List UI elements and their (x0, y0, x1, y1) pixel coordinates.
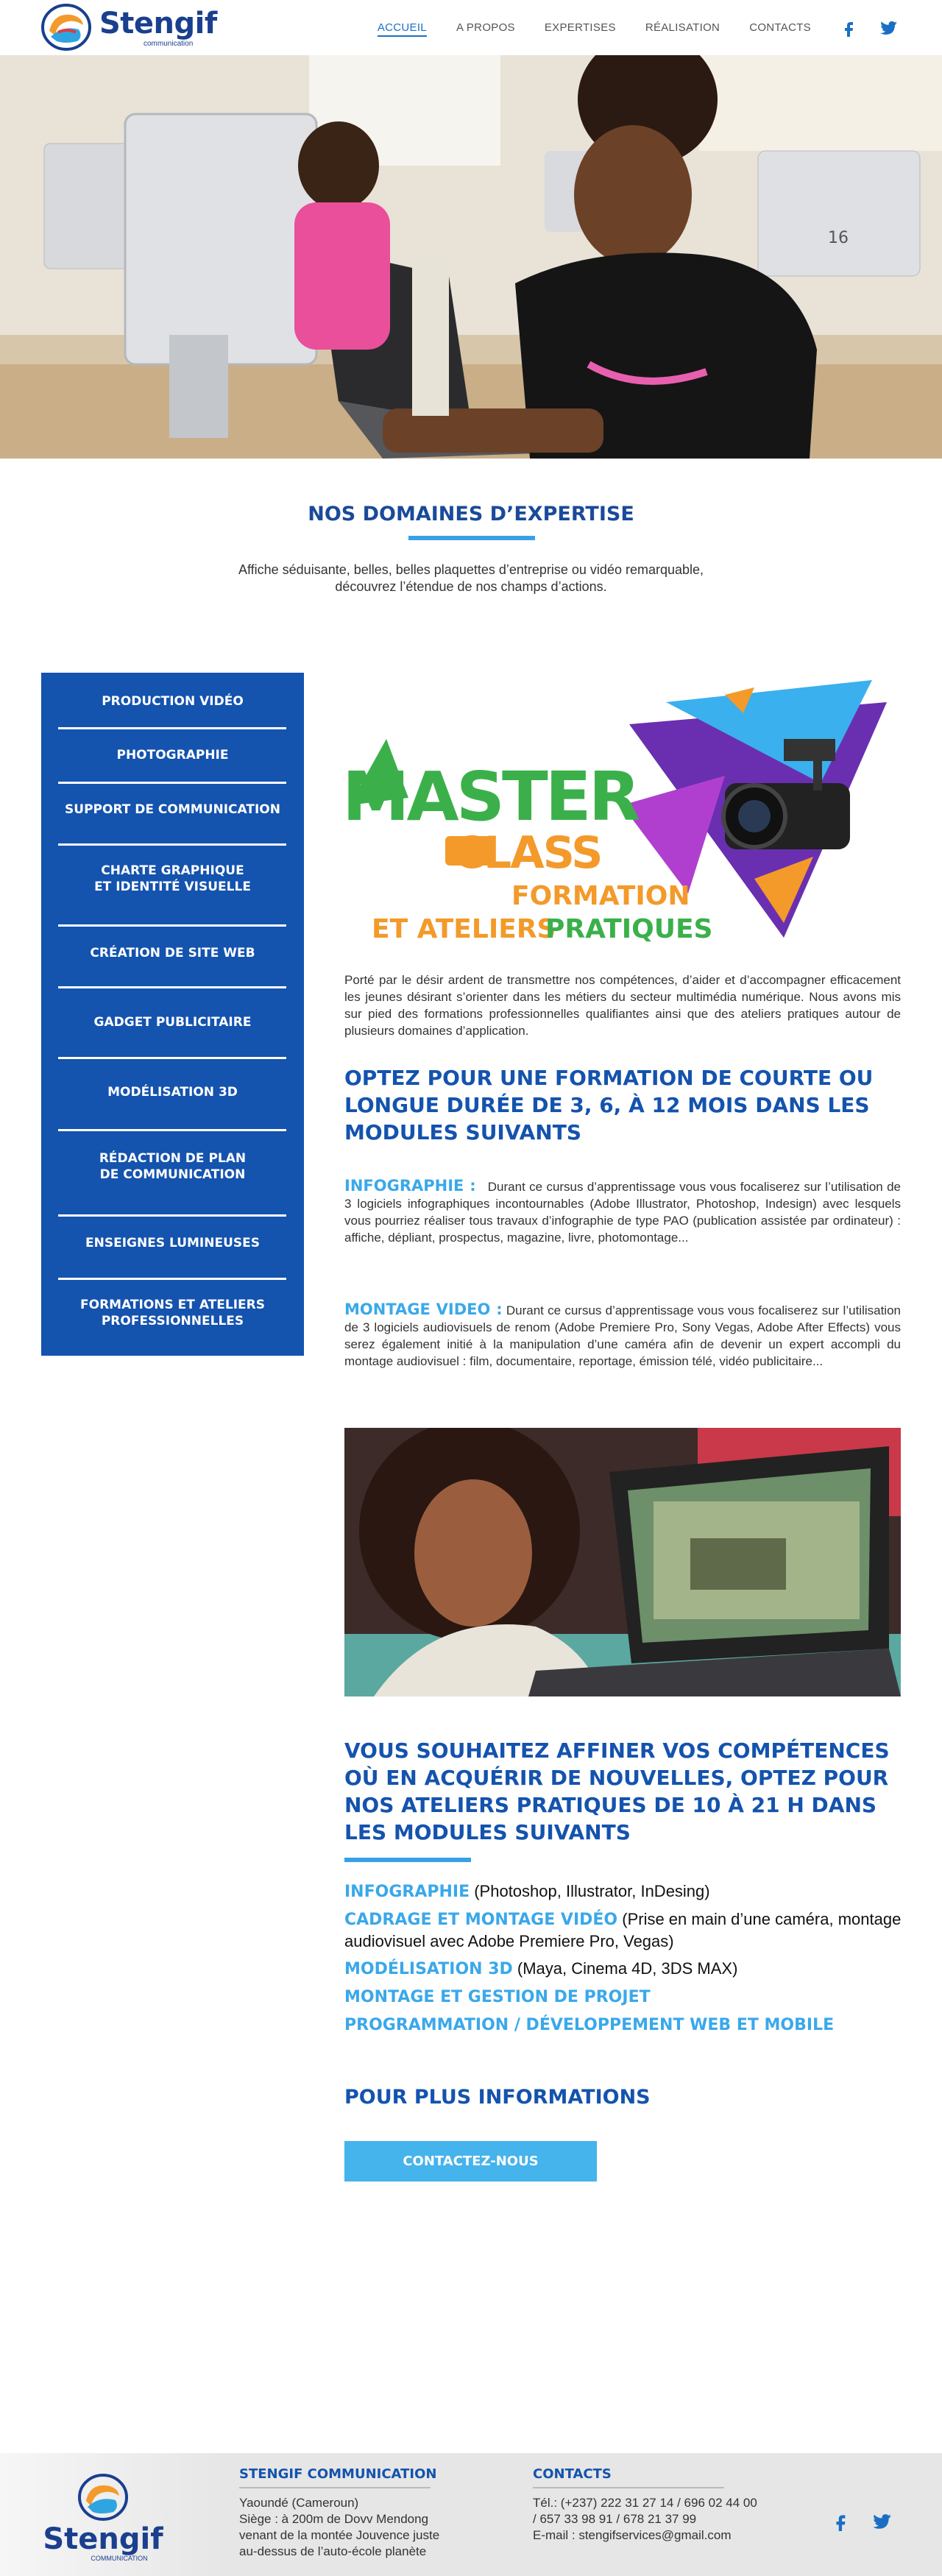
nav-item-realisation[interactable]: RÉALISATION (645, 21, 720, 34)
keyword-montage-video: MONTAGE VIDEO : (344, 1301, 503, 1318)
masterclass-ateliers: ET ATELIERS (372, 914, 556, 944)
module-keyword: INFOGRAPHIE (344, 1883, 470, 1901)
main-nav: ACCUEIL A PROPOS EXPERTISES RÉALISATION … (377, 0, 898, 55)
sidebar-item-gadget[interactable]: GADGET PUBLICITAIRE (41, 1014, 304, 1030)
logo-mark-icon (41, 4, 91, 51)
masterclass-graphic: MASTER CLASS FORMATION ET ATELIERS PRATI… (342, 680, 887, 944)
sidebar-divider (58, 924, 286, 927)
module-keyword: MONTAGE ET GESTION DE PROJET (344, 1988, 651, 2006)
nav-item-expertises[interactable]: EXPERTISES (545, 21, 616, 34)
sidebar-item-modelisation-3d[interactable]: MODÉLISATION 3D (41, 1084, 304, 1100)
sidebar-item-photographie[interactable]: PHOTOGRAPHIE (41, 747, 304, 763)
site-header: Stengif communication ACCUEIL A PROPOS E… (0, 0, 942, 55)
nav-item-accueil[interactable]: ACCUEIL (377, 21, 428, 37)
footer-logo-wordmark: Stengif (43, 2522, 163, 2556)
logo-subtitle: communication (144, 40, 194, 48)
module-keyword: MODÉLISATION 3D (344, 1960, 513, 1978)
sidebar-divider (58, 1214, 286, 1217)
sidebar-divider (58, 843, 286, 846)
masterclass-word-master: MASTER (342, 757, 640, 836)
facebook-icon[interactable] (832, 2512, 851, 2531)
logo-wordmark: Stengif (99, 7, 217, 40)
keyword-infographie: INFOGRAPHIE : (344, 1177, 476, 1195)
address-line: au-dessus de l’auto-école planète (239, 2544, 427, 2558)
svg-text:16: 16 (828, 229, 849, 247)
masterclass-formation: FORMATION (511, 881, 690, 911)
section-title-underline (408, 536, 535, 540)
contact-phone[interactable]: / 657 33 98 91 / 678 21 37 99 (533, 2511, 757, 2527)
sidebar-divider (58, 986, 286, 988)
footer-logo-panel: Stengif COMMUNICATION (0, 2453, 228, 2576)
module-keyword: PROGRAMMATION / DÉVELOPPEMENT WEB ET MOB… (344, 2016, 835, 2034)
module-keyword: CADRAGE ET MONTAGE VIDÉO (344, 1911, 618, 1929)
heading-formation-duree: OPTEZ POUR UNE FORMATION DE COURTE OU LO… (344, 1066, 874, 1144)
header-social (840, 19, 898, 37)
sidebar-item-plan-communication[interactable]: RÉDACTION DE PLAN DE COMMUNICATION (41, 1150, 304, 1183)
masterclass-pratiques: PRATIQUES (545, 914, 712, 944)
site-logo[interactable]: Stengif communication (40, 3, 224, 52)
twitter-icon[interactable] (873, 2512, 892, 2531)
footer-company-title: STENGIF COMMUNICATION (239, 2466, 437, 2482)
module-montage-video: MONTAGE VIDEO : Durant ce cursus d’appre… (344, 1301, 901, 1370)
list-item: MODÉLISATION 3D (Maya, Cinema 4D, 3DS MA… (344, 1958, 904, 1980)
contact-phone[interactable]: Tél.: (+237) 222 31 27 14 / 696 02 44 00 (533, 2495, 757, 2511)
contact-email[interactable]: E-mail : stengifservices@gmail.com (533, 2527, 757, 2544)
nav-item-contacts[interactable]: CONTACTS (749, 21, 811, 34)
list-item: CADRAGE ET MONTAGE VIDÉO (Prise en main … (344, 1908, 904, 1952)
expertise-intro: Affiche séduisante, belles, belles plaqu… (238, 562, 704, 594)
footer-contacts: Tél.: (+237) 222 31 27 14 / 696 02 44 00… (533, 2495, 757, 2544)
list-item: PROGRAMMATION / DÉVELOPPEMENT WEB ET MOB… (344, 2014, 904, 2036)
address-line: venant de la montée Jouvence juste (239, 2528, 440, 2542)
ateliers-module-list: INFOGRAPHIE (Photoshop, Illustrator, InD… (344, 1880, 904, 2042)
twitter-icon[interactable] (880, 19, 898, 37)
footer-logo[interactable]: Stengif COMMUNICATION (37, 2468, 169, 2563)
sidebar-item-enseignes[interactable]: ENSEIGNES LUMINEUSES (41, 1235, 304, 1251)
footer-contacts-title: CONTACTS (533, 2466, 612, 2482)
heading-ateliers: VOUS SOUHAITEZ AFFINER VOS COMPÉTENCES O… (344, 1738, 890, 1844)
sidebar-item-formations[interactable]: FORMATIONS ET ATELIERS PROFESSIONNELLES (41, 1297, 304, 1329)
module-detail: (Photoshop, Illustrator, InDesing) (470, 1882, 710, 1900)
sidebar-divider (58, 727, 286, 729)
footer-divider (239, 2487, 431, 2488)
footer-divider (533, 2487, 724, 2488)
sidebar-divider (58, 782, 286, 784)
section-title-expertise: NOS DOMAINES D’EXPERTISE (308, 503, 634, 526)
sidebar-item-support-communication[interactable]: SUPPORT DE COMMUNICATION (41, 802, 304, 818)
module-detail: (Maya, Cinema 4D, 3DS MAX) (512, 1959, 738, 1978)
masterclass-banner: MASTER CLASS FORMATION ET ATELIERS PRATI… (342, 673, 903, 949)
sidebar-divider (58, 1057, 286, 1059)
list-item: MONTAGE ET GESTION DE PROJET (344, 1986, 904, 2008)
module-infographie: INFOGRAPHIE : Durant ce cursus d’apprent… (344, 1178, 901, 1246)
sidebar-item-site-web[interactable]: CRÉATION DE SITE WEB (41, 945, 304, 961)
sidebar-divider (58, 1278, 286, 1280)
heading-underline (344, 1858, 471, 1862)
expertise-sidebar: PRODUCTION VIDÉO PHOTOGRAPHIE SUPPORT DE… (41, 673, 304, 1356)
sidebar-divider (58, 1129, 286, 1131)
formation-intro: Porté par le désir ardent de transmettre… (344, 973, 901, 1038)
contact-us-button[interactable]: CONTACTEZ-NOUS (344, 2141, 597, 2182)
student-laptop-photo (344, 1428, 901, 1696)
address-line: Siège : à 200m de Dovv Mendong (239, 2512, 429, 2526)
site-footer: Stengif COMMUNICATION STENGIF COMMUNICAT… (0, 2453, 942, 2576)
more-info-title: POUR PLUS INFORMATIONS (344, 2086, 651, 2109)
classroom-image: 16 (0, 55, 942, 459)
hero-photo: 16 (0, 55, 942, 459)
student-laptop-image (344, 1428, 901, 1696)
list-item: INFOGRAPHIE (Photoshop, Illustrator, InD… (344, 1880, 904, 1903)
facebook-icon[interactable] (840, 19, 858, 37)
sidebar-item-charte-graphique[interactable]: CHARTE GRAPHIQUE ET IDENTITÉ VISUELLE (41, 863, 304, 895)
footer-logo-subtitle: COMMUNICATION (91, 2555, 147, 2562)
footer-social (832, 2512, 914, 2531)
address-line: Yaoundé (Cameroun) (239, 2496, 359, 2510)
sidebar-item-production-video[interactable]: PRODUCTION VIDÉO (41, 693, 304, 710)
nav-item-a-propos[interactable]: A PROPOS (456, 21, 515, 34)
footer-address: Yaoundé (Cameroun) Siège : à 200m de Dov… (239, 2495, 439, 2560)
